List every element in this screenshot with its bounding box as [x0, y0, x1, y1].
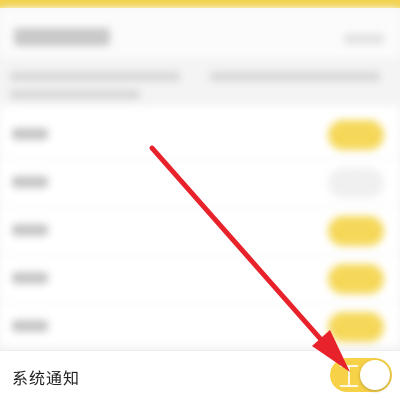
- header-card: [0, 8, 400, 58]
- header-title-placeholder: [14, 28, 110, 46]
- system-notification-toggle[interactable]: [330, 358, 392, 392]
- row-toggle[interactable]: [328, 120, 384, 150]
- row-label-placeholder: [12, 128, 48, 140]
- settings-list: [0, 106, 400, 351]
- top-bar: [0, 0, 400, 8]
- list-item[interactable]: [0, 302, 400, 351]
- row-toggle[interactable]: [328, 264, 384, 294]
- row-label-placeholder: [12, 272, 48, 284]
- system-notification-label: 系统通知: [12, 369, 81, 388]
- row-label-placeholder: [12, 320, 48, 332]
- list-item[interactable]: [0, 110, 400, 159]
- list-item[interactable]: [0, 158, 400, 207]
- description-line: [210, 72, 380, 81]
- row-toggle[interactable]: [328, 216, 384, 246]
- description-line: [10, 90, 140, 99]
- row-toggle[interactable]: [328, 168, 384, 198]
- toggle-knob[interactable]: [360, 360, 390, 390]
- row-toggle[interactable]: [328, 312, 384, 342]
- row-label-placeholder: [12, 176, 48, 188]
- description-line: [10, 72, 180, 81]
- list-item[interactable]: [0, 254, 400, 303]
- header-right-placeholder: [344, 34, 384, 44]
- list-item[interactable]: [0, 206, 400, 255]
- row-label-placeholder: [12, 224, 48, 236]
